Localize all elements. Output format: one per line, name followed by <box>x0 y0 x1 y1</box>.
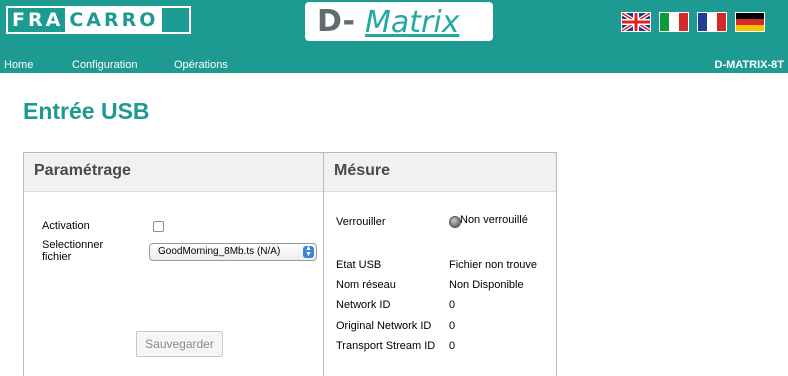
transport-stream-id-value: 0 <box>449 340 456 352</box>
file-select[interactable]: GoodMorning_8Mb.ts (N/A) ▲ ▼ <box>149 243 317 261</box>
logo-matrix-word: Matrix <box>365 5 460 40</box>
select-arrows-icon: ▲ ▼ <box>303 245 314 258</box>
usb-state-value: Fichier non trouve <box>449 259 538 271</box>
measure-panel: Mésure Verrouiller Non verrouillé Etat U… <box>323 152 557 376</box>
lock-status: Non verrouillé <box>460 214 528 226</box>
uk-flag-icon[interactable] <box>621 12 651 32</box>
it-flag-icon[interactable] <box>659 12 689 32</box>
brand-text-right: CARRO <box>65 8 163 32</box>
settings-panel-title: Paramétrage <box>24 153 323 192</box>
original-network-id-value: 0 <box>449 320 456 332</box>
network-name-label: Nom réseau <box>336 279 396 291</box>
select-file-label-line2: fichier <box>42 251 72 263</box>
device-name: D-MATRIX-8T <box>714 59 784 71</box>
fracarro-logo: FRA CARRO <box>6 6 191 34</box>
original-network-id-label: Original Network ID <box>336 320 432 332</box>
logo-d-text: D- <box>317 4 355 39</box>
brand-text-left: FRA <box>12 9 64 31</box>
nav-home[interactable]: Home <box>4 59 33 71</box>
lock-label: Verrouiller <box>336 216 386 228</box>
header-bar: FRACARRO D- Matrix Home Configuration O <box>0 0 788 73</box>
language-flags <box>621 12 765 32</box>
save-button[interactable]: Sauvegarder <box>136 331 223 357</box>
transport-stream-id-label: Transport Stream ID <box>336 340 436 352</box>
network-id-label: Network ID <box>336 299 391 311</box>
de-flag-icon[interactable] <box>735 12 765 32</box>
fr-flag-icon[interactable] <box>697 12 727 32</box>
measure-panel-title: Mésure <box>324 153 556 192</box>
network-id-value: 0 <box>449 299 456 311</box>
network-name-value: Non Disponible <box>449 279 524 291</box>
d-matrix-logo: D- Matrix <box>305 2 493 41</box>
nav-operations[interactable]: Opérations <box>174 59 228 71</box>
select-file-label-line1: Selectionner <box>42 239 104 251</box>
settings-panel: Paramétrage Activation Selectionner fich… <box>23 152 324 376</box>
page-title: Entrée USB <box>23 98 150 124</box>
logo-matrix-text: Matrix <box>365 5 459 40</box>
file-select-value: GoodMorning_8Mb.ts (N/A) <box>158 246 281 257</box>
main-nav: Home Configuration Opérations D-MATRIX-8… <box>0 55 788 73</box>
activation-label: Activation <box>42 220 90 232</box>
usb-state-label: Etat USB <box>336 259 382 271</box>
activation-checkbox[interactable] <box>153 221 164 232</box>
nav-configuration[interactable]: Configuration <box>72 59 137 71</box>
